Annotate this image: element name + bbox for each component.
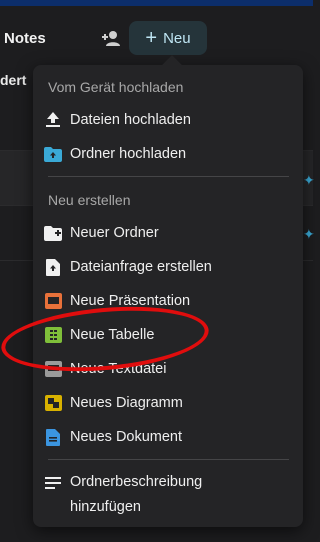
file-request-label: Dateianfrage erstellen (70, 259, 212, 275)
page-title: Notes (4, 30, 46, 47)
new-spreadsheet-item[interactable]: Neue Tabelle (33, 320, 303, 350)
add-user-icon[interactable] (98, 26, 124, 50)
upload-section-label: Vom Gerät hochladen (48, 79, 184, 95)
upload-folder-label: Ordner hochladen (70, 146, 187, 162)
new-spreadsheet-label: Neue Tabelle (70, 327, 155, 343)
presentation-icon (44, 292, 62, 310)
menu-divider (48, 459, 289, 460)
upload-files-label: Dateien hochladen (70, 112, 191, 128)
file-request-item[interactable]: Dateianfrage erstellen (33, 252, 303, 282)
sparkle-icon: ✦ (303, 172, 315, 188)
new-presentation-item[interactable]: Neue Präsentation (33, 286, 303, 316)
upload-folder-item[interactable]: Ordner hochladen (33, 139, 303, 169)
folder-upload-icon (44, 145, 62, 163)
new-button[interactable]: + Neu (129, 21, 207, 55)
document-icon (44, 428, 62, 446)
new-document-item[interactable]: Neues Dokument (33, 422, 303, 452)
new-text-file-item[interactable]: Neue Textdatei (33, 354, 303, 384)
diagram-icon (44, 394, 62, 412)
text-file-icon (44, 360, 62, 378)
create-section-label: Neu erstellen (48, 192, 131, 208)
new-diagram-item[interactable]: Neues Diagramm (33, 388, 303, 418)
new-folder-label: Neuer Ordner (70, 225, 159, 241)
upload-icon (44, 111, 62, 129)
folder-subtitle: dert (0, 72, 27, 88)
top-strip (0, 0, 313, 6)
new-diagram-label: Neues Diagramm (70, 395, 183, 411)
add-folder-description-label: Ordnerbeschreibung hinzufügen (70, 474, 203, 515)
sparkle-icon: ✦ (303, 226, 315, 242)
new-menu-dropdown: Vom Gerät hochladen Dateien hochladen Or… (33, 65, 303, 527)
menu-divider (48, 176, 289, 177)
spreadsheet-icon (44, 326, 62, 344)
upload-files-item[interactable]: Dateien hochladen (33, 105, 303, 135)
folder-plus-icon (44, 224, 62, 242)
plus-icon: + (145, 27, 158, 49)
description-lines-icon (44, 474, 62, 492)
new-folder-item[interactable]: Neuer Ordner (33, 218, 303, 248)
new-text-file-label: Neue Textdatei (70, 361, 167, 377)
new-presentation-label: Neue Präsentation (70, 293, 191, 309)
new-document-label: Neues Dokument (70, 429, 183, 445)
file-request-icon (44, 258, 62, 276)
add-folder-description-item[interactable]: Ordnerbeschreibung hinzufügen (33, 470, 303, 520)
new-button-label: Neu (163, 29, 191, 47)
